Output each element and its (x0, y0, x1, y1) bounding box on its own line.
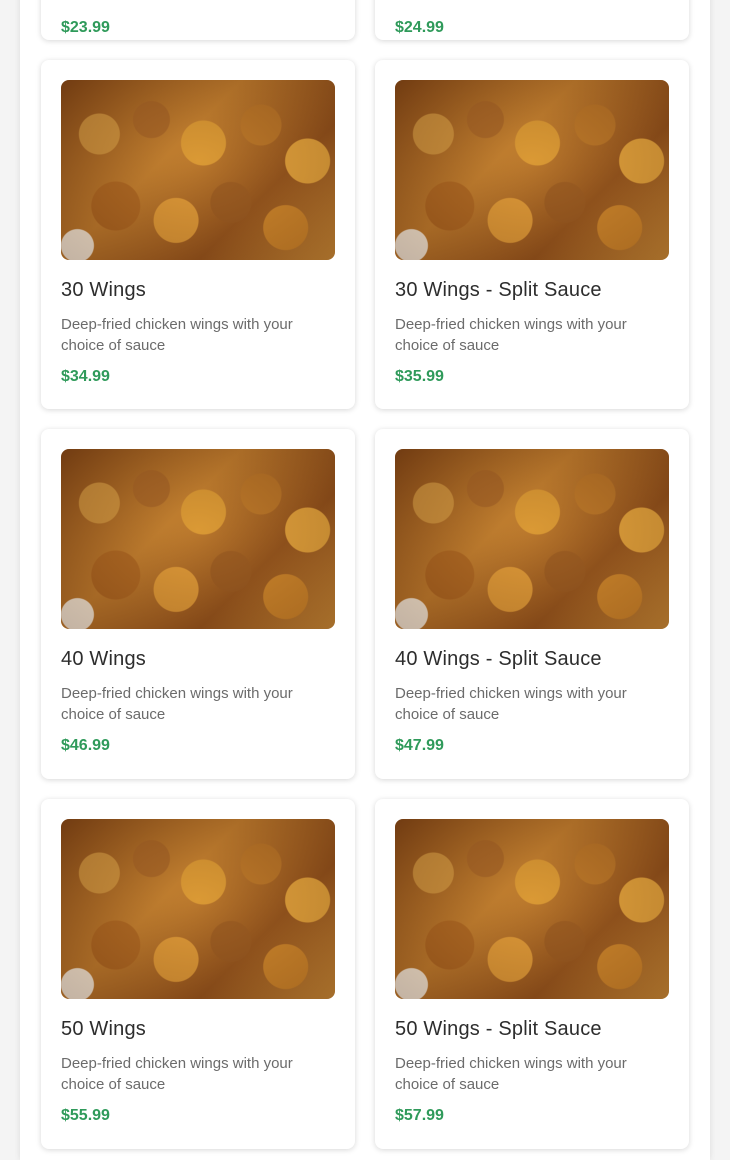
menu-item-card[interactable]: 40 Wings Deep-fried chicken wings with y… (41, 429, 355, 779)
item-price: $46.99 (61, 737, 110, 754)
item-image-chicken-wings (395, 449, 669, 629)
item-price: $23.99 (61, 19, 110, 36)
item-image-chicken-wings (61, 819, 335, 999)
item-description: Deep-fried chicken wings with your choic… (61, 316, 293, 354)
item-title: 50 Wings (61, 1018, 146, 1040)
item-price: $47.99 (395, 737, 444, 754)
item-description: Deep-fried chicken wings with your choic… (395, 316, 627, 354)
item-title: 30 Wings - Split Sauce (395, 279, 602, 301)
item-image-chicken-wings (61, 80, 335, 260)
menu-item-card[interactable]: $23.99 (41, 0, 355, 40)
menu-item-card[interactable]: 30 Wings Deep-fried chicken wings with y… (41, 60, 355, 409)
item-title: 50 Wings - Split Sauce (395, 1018, 602, 1040)
menu-item-card[interactable]: 30 Wings - Split Sauce Deep-fried chicke… (375, 60, 689, 409)
item-price: $24.99 (395, 19, 444, 36)
menu-item-card[interactable]: $24.99 (375, 0, 689, 40)
item-price: $55.99 (61, 1107, 110, 1124)
menu-item-card[interactable]: 40 Wings - Split Sauce Deep-fried chicke… (375, 429, 689, 779)
item-price: $57.99 (395, 1107, 444, 1124)
item-description: Deep-fried chicken wings with your choic… (395, 685, 627, 723)
item-description: Deep-fried chicken wings with your choic… (61, 1055, 293, 1093)
item-title: 40 Wings - Split Sauce (395, 648, 602, 670)
menu-item-card[interactable]: 50 Wings - Split Sauce Deep-fried chicke… (375, 799, 689, 1149)
menu-item-card[interactable]: 50 Wings Deep-fried chicken wings with y… (41, 799, 355, 1149)
item-image-chicken-wings (395, 80, 669, 260)
item-image-chicken-wings (61, 449, 335, 629)
item-title: 40 Wings (61, 648, 146, 670)
item-price: $34.99 (61, 368, 110, 385)
item-title: 30 Wings (61, 279, 146, 301)
item-price: $35.99 (395, 368, 444, 385)
item-description: Deep-fried chicken wings with your choic… (61, 685, 293, 723)
item-image-chicken-wings (395, 819, 669, 999)
item-description: Deep-fried chicken wings with your choic… (395, 1055, 627, 1093)
